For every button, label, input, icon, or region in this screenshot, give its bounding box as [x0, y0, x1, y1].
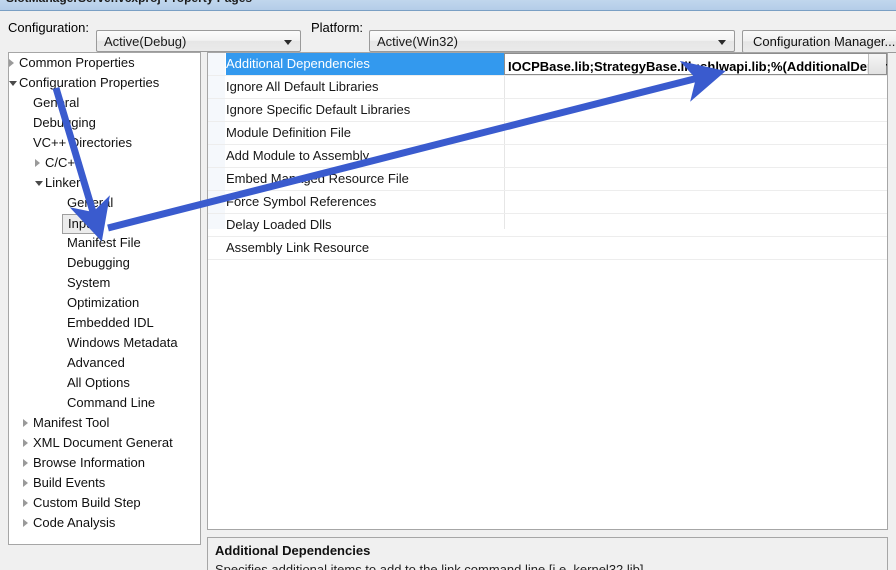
grid-row[interactable]: Delay Loaded Dlls [208, 214, 887, 237]
window-titlebar: SlotManagerServer.vcxproj Property Pages [0, 0, 896, 11]
description-body: Specifies additional items to add to the… [215, 562, 644, 570]
tree-item-label: All Options [67, 375, 130, 390]
tree-item-label: XML Document Generat [33, 435, 173, 450]
configuration-toolbar: Configuration: Active(Debug) Platform: A… [0, 11, 896, 53]
property-description-panel: Additional Dependencies Specifies additi… [207, 537, 888, 570]
tree-item-c-c[interactable]: C/C++ [9, 153, 200, 173]
tree-item-all-options[interactable]: All Options [9, 373, 200, 393]
grid-row-name: Ignore All Default Libraries [226, 79, 379, 94]
tree-item-vc-directories[interactable]: VC++ Directories [9, 133, 200, 153]
configuration-dropdown-value: Active(Debug) [104, 34, 187, 49]
tree-item-general[interactable]: General [9, 93, 200, 113]
configuration-label: Configuration: [8, 20, 89, 35]
grid-row-name: Assembly Link Resource [226, 240, 370, 255]
chevron-right-icon[interactable] [23, 499, 28, 507]
configuration-manager-button[interactable]: Configuration Manager... [742, 30, 896, 53]
tree-item-label: Browse Information [33, 455, 145, 470]
chevron-right-icon[interactable] [23, 439, 28, 447]
tree-item-embedded-idl[interactable]: Embedded IDL [9, 313, 200, 333]
tree-item-build-events[interactable]: Build Events [9, 473, 200, 493]
chevron-right-icon[interactable] [9, 59, 14, 67]
tree-item-label: Custom Build Step [33, 495, 141, 510]
description-title: Additional Dependencies [215, 543, 371, 558]
chevron-right-icon[interactable] [23, 419, 28, 427]
tree-item-debugging[interactable]: Debugging [9, 253, 200, 273]
tree-item-linker[interactable]: Linker [9, 173, 200, 193]
tree-item-command-line[interactable]: Command Line [9, 393, 200, 413]
tree-item-label: Windows Metadata [67, 335, 178, 350]
grid-row[interactable]: Module Definition File [208, 122, 887, 145]
window-title: SlotManagerServer.vcxproj Property Pages [6, 0, 252, 5]
tree-item-label: General [33, 95, 80, 110]
additional-dependencies-value-editor[interactable]: IOCPBase.lib;StrategyBase.lib;shlwapi.li… [504, 53, 887, 75]
chevron-right-icon[interactable] [23, 479, 28, 487]
tree-item-label: Manifest Tool [33, 415, 110, 430]
tree-item-code-analysis[interactable]: Code Analysis [9, 513, 200, 533]
value-dropdown-button[interactable] [868, 54, 886, 74]
tree-item-input[interactable]: Input [9, 213, 200, 234]
chevron-right-icon[interactable] [23, 459, 28, 467]
chevron-down-icon [284, 40, 292, 45]
grid-row-name: Embed Managed Resource File [226, 171, 409, 186]
tree-item-common-properties[interactable]: Common Properties [9, 53, 200, 73]
grid-row[interactable]: Ignore Specific Default Libraries [208, 99, 887, 122]
chevron-right-icon[interactable] [35, 159, 40, 167]
tree-item-label: Debugging [67, 255, 130, 270]
tree-item-label: Advanced [67, 355, 125, 370]
grid-row-name: Additional Dependencies [226, 53, 504, 75]
property-pages-window: SlotManagerServer.vcxproj Property Pages… [0, 0, 896, 570]
grid-row[interactable]: Embed Managed Resource File [208, 168, 887, 191]
tree-item-label: Manifest File [67, 235, 141, 250]
tree-item-windows-metadata[interactable]: Windows Metadata [9, 333, 200, 353]
tree-item-label: Debugging [33, 115, 96, 130]
configuration-dropdown[interactable]: Active(Debug) [96, 30, 301, 52]
property-grid-panel[interactable]: Additional Dependencies IOCPBase.lib;Stra… [207, 52, 888, 530]
property-tree-list: Common Properties Configuration Propertie… [9, 53, 200, 533]
tree-item-label: Common Properties [19, 55, 135, 70]
platform-dropdown[interactable]: Active(Win32) [369, 30, 735, 52]
grid-row-name: Force Symbol References [226, 194, 377, 209]
tree-item-xml-document-generat[interactable]: XML Document Generat [9, 433, 200, 453]
tree-item-label: Linker [45, 175, 81, 190]
tree-item-label: Optimization [67, 295, 140, 310]
platform-dropdown-value: Active(Win32) [377, 34, 458, 49]
tree-item-optimization[interactable]: Optimization [9, 293, 200, 313]
tree-item-label: Code Analysis [33, 515, 116, 530]
tree-item-label: C/C++ [45, 155, 83, 170]
tree-item-label: Embedded IDL [67, 315, 154, 330]
tree-item-manifest-file[interactable]: Manifest File [9, 233, 200, 253]
chevron-down-icon[interactable] [35, 181, 43, 186]
tree-item-label: VC++ Directories [33, 135, 132, 150]
tree-item-system[interactable]: System [9, 273, 200, 293]
tree-item-browse-information[interactable]: Browse Information [9, 453, 200, 473]
tree-item-label: Configuration Properties [19, 75, 160, 90]
platform-label: Platform: [311, 20, 364, 35]
tree-item-label: Command Line [67, 395, 156, 410]
grid-row[interactable]: Ignore All Default Libraries [208, 76, 887, 99]
tree-item-label: General [67, 195, 114, 210]
grid-row-name: Delay Loaded Dlls [226, 217, 332, 232]
tree-item-custom-build-step[interactable]: Custom Build Step [9, 493, 200, 513]
chevron-down-icon[interactable] [9, 81, 17, 86]
tree-item-configuration-properties[interactable]: Configuration Properties [9, 73, 200, 93]
tree-item-label: Build Events [33, 475, 106, 490]
grid-row-name: Module Definition File [226, 125, 352, 140]
grid-row-name: Ignore Specific Default Libraries [226, 102, 411, 117]
grid-row-name: Add Module to Assembly [226, 148, 370, 163]
property-tree-panel[interactable]: Common Properties Configuration Propertie… [8, 52, 201, 545]
chevron-right-icon[interactable] [23, 519, 28, 527]
property-grid-rows: Additional Dependencies IOCPBase.lib;Stra… [208, 53, 887, 260]
tree-item-manifest-tool[interactable]: Manifest Tool [9, 413, 200, 433]
tree-item-debugging[interactable]: Debugging [9, 113, 200, 133]
chevron-down-icon [718, 40, 726, 45]
tree-item-label: Input [62, 214, 103, 234]
tree-item-label: System [67, 275, 111, 290]
tree-item-advanced[interactable]: Advanced [9, 353, 200, 373]
grid-row-value: IOCPBase.lib;StrategyBase.lib;shlwapi.li… [508, 59, 888, 74]
grid-row[interactable]: Additional Dependencies IOCPBase.lib;Stra… [208, 53, 887, 76]
grid-row[interactable]: Force Symbol References [208, 191, 887, 214]
tree-item-general[interactable]: General [9, 193, 200, 213]
grid-row[interactable]: Assembly Link Resource [208, 237, 887, 260]
grid-row[interactable]: Add Module to Assembly [208, 145, 887, 168]
